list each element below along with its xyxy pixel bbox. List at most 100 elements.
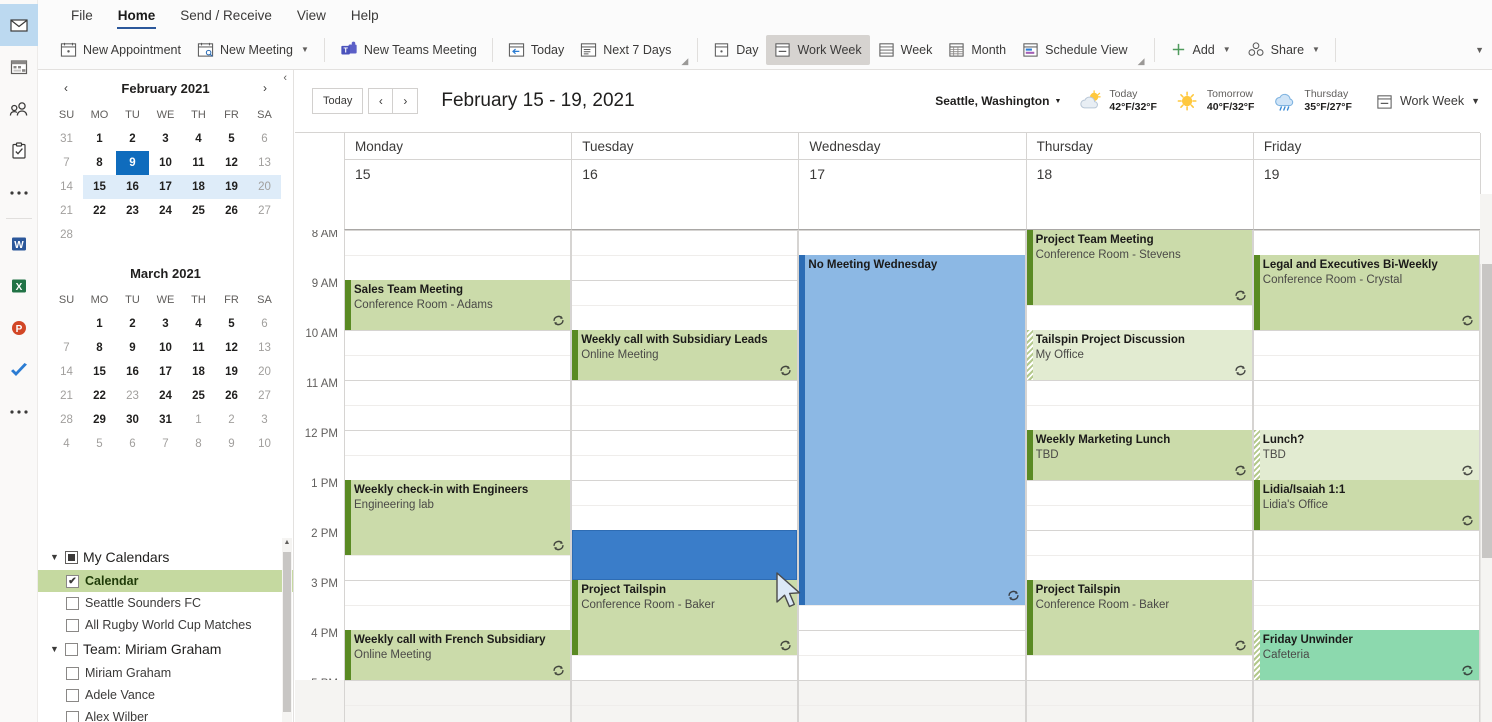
date-picker-day[interactable]: 27 xyxy=(248,199,281,223)
date-picker-day[interactable]: 10 xyxy=(248,432,281,456)
date-picker-day[interactable]: 30 xyxy=(116,408,149,432)
date-picker-day[interactable]: 12 xyxy=(215,151,248,175)
week-view-button[interactable]: Week xyxy=(870,35,941,65)
rail-item-word[interactable]: W xyxy=(0,223,38,265)
date-picker-day[interactable]: 22 xyxy=(83,384,116,408)
all-day-cell-friday[interactable]: 19 xyxy=(1252,160,1482,230)
date-picker-day[interactable]: 7 xyxy=(149,432,182,456)
calendar-list-item[interactable]: Seattle Sounders FC xyxy=(38,592,293,614)
date-picker-day[interactable]: 1 xyxy=(182,408,215,432)
date-picker-day[interactable]: 16 xyxy=(116,175,149,199)
all-day-cell-wednesday[interactable]: 17 xyxy=(798,160,1027,230)
date-picker-day[interactable]: 13 xyxy=(248,151,281,175)
date-picker-day[interactable]: 15 xyxy=(83,175,116,199)
date-picker-day[interactable]: 18 xyxy=(182,175,215,199)
rail-item-powerpoint[interactable]: P xyxy=(0,307,38,349)
prev-month-button[interactable]: ‹ xyxy=(60,81,72,95)
date-picker-day[interactable]: 28 xyxy=(50,223,83,247)
calendar-event[interactable]: Project Tailspin Conference Room - Baker xyxy=(572,580,798,655)
nav-scroll-thumb[interactable] xyxy=(283,552,291,712)
date-picker-day[interactable]: 24 xyxy=(149,384,182,408)
calendar-list-item[interactable]: Adele Vance xyxy=(38,684,293,706)
day-header-tuesday[interactable]: Tuesday xyxy=(571,133,800,160)
date-picker-day[interactable]: 11 xyxy=(182,151,215,175)
tab-file[interactable]: File xyxy=(60,4,104,27)
calendar-scrollbar[interactable] xyxy=(1480,230,1492,722)
chevron-down-icon[interactable]: ▼ xyxy=(50,644,60,654)
date-picker-day[interactable]: 8 xyxy=(182,432,215,456)
weather-tomorrow[interactable]: Tomorrow 40°F/32°F xyxy=(1175,88,1254,114)
date-picker-day[interactable]: 23 xyxy=(116,384,149,408)
day-header-wednesday[interactable]: Wednesday xyxy=(798,133,1027,160)
calendar-event[interactable]: Lidia/Isaiah 1:1 Lidia's Office xyxy=(1253,480,1479,530)
date-picker-day[interactable]: 14 xyxy=(50,175,83,199)
date-picker-day[interactable]: 6 xyxy=(248,312,281,336)
date-picker-day[interactable]: 4 xyxy=(182,127,215,151)
calendar-list-item[interactable]: Miriam Graham xyxy=(38,662,293,684)
all-day-cell-monday[interactable]: 15 xyxy=(344,160,573,230)
tab-home[interactable]: Home xyxy=(107,4,167,29)
next-month-button[interactable]: › xyxy=(259,81,271,95)
date-picker-day[interactable]: 8 xyxy=(83,151,116,175)
date-picker-day[interactable]: 6 xyxy=(248,127,281,151)
rail-item-people[interactable] xyxy=(0,88,38,130)
day-header-monday[interactable]: Monday xyxy=(344,133,573,160)
previous-week-button[interactable]: ‹ xyxy=(368,88,394,114)
date-picker-day[interactable]: 13 xyxy=(248,336,281,360)
date-picker-day[interactable]: 23 xyxy=(116,199,149,223)
checkbox-unchecked[interactable] xyxy=(66,596,79,610)
calendar-event[interactable]: Project Tailspin Conference Room - Baker xyxy=(1026,580,1252,655)
go-to-date-launcher[interactable]: ◢ xyxy=(681,56,688,67)
date-picker-day[interactable]: 26 xyxy=(215,384,248,408)
calendar-event[interactable]: No Meeting Wednesday xyxy=(799,255,1025,605)
date-picker-day[interactable]: 29 xyxy=(83,408,116,432)
calendar-event[interactable]: Friday Unwinder Cafeteria xyxy=(1253,630,1479,680)
calendar-event[interactable]: Lunch? TBD xyxy=(1253,430,1479,480)
rail-item-todo[interactable] xyxy=(0,349,38,391)
time-slot-selection[interactable] xyxy=(572,530,798,580)
checkbox-checked[interactable]: ✔ xyxy=(66,574,79,588)
tab-send-receive[interactable]: Send / Receive xyxy=(169,4,283,27)
rail-item-more-apps[interactable] xyxy=(0,172,38,214)
calendar-group-my-calendars[interactable]: ▼ My Calendars xyxy=(38,544,293,570)
checkbox-unchecked[interactable] xyxy=(66,688,79,702)
checkbox-unchecked[interactable] xyxy=(66,618,79,632)
date-picker-day[interactable]: 9 xyxy=(116,151,149,175)
date-picker-day[interactable]: 1 xyxy=(83,127,116,151)
day-header-thursday[interactable]: Thursday xyxy=(1025,133,1254,160)
date-picker-day[interactable]: 10 xyxy=(149,336,182,360)
date-picker-day[interactable]: 5 xyxy=(215,312,248,336)
date-picker-day[interactable]: 9 xyxy=(215,432,248,456)
new-teams-meeting-button[interactable]: T New Teams Meeting xyxy=(332,35,485,65)
date-picker-day[interactable]: 31 xyxy=(149,408,182,432)
checkbox-unchecked[interactable] xyxy=(66,666,79,680)
date-picker-day[interactable]: 28 xyxy=(50,408,83,432)
date-picker-day[interactable]: 24 xyxy=(149,199,182,223)
date-picker-day[interactable]: 9 xyxy=(116,336,149,360)
date-picker-day[interactable]: 20 xyxy=(248,175,281,199)
chevron-down-icon[interactable]: ▼ xyxy=(301,45,309,54)
date-picker-day[interactable]: 17 xyxy=(149,360,182,384)
date-picker-day[interactable]: 20 xyxy=(248,360,281,384)
new-appointment-button[interactable]: New Appointment xyxy=(52,35,189,65)
date-picker-day[interactable]: 25 xyxy=(182,384,215,408)
tab-help[interactable]: Help xyxy=(340,4,390,27)
chevron-down-icon[interactable]: ▼ xyxy=(1223,45,1231,54)
rail-item-excel[interactable]: X xyxy=(0,265,38,307)
nav-collapse-button[interactable]: ‹ xyxy=(283,72,287,84)
all-day-cell-thursday[interactable]: 18 xyxy=(1025,160,1254,230)
calendar-event[interactable]: Sales Team Meeting Conference Room - Adam… xyxy=(345,280,571,330)
date-picker-day[interactable]: 21 xyxy=(50,384,83,408)
date-picker-day[interactable]: 27 xyxy=(248,384,281,408)
next-week-button[interactable]: › xyxy=(393,88,419,114)
date-picker-day[interactable]: 4 xyxy=(182,312,215,336)
calendar-group-checkbox[interactable] xyxy=(65,642,78,656)
calendar-event[interactable]: Weekly check-in with Engineers Engineerin… xyxy=(345,480,571,555)
date-picker-day[interactable]: 18 xyxy=(182,360,215,384)
next-7-days-button[interactable]: Next 7 Days xyxy=(572,35,679,65)
date-picker-day[interactable]: 7 xyxy=(50,151,83,175)
date-picker-day[interactable]: 12 xyxy=(215,336,248,360)
date-picker-day[interactable]: 17 xyxy=(149,175,182,199)
date-picker-day[interactable]: 5 xyxy=(83,432,116,456)
work-week-view-button[interactable]: Work Week xyxy=(766,34,870,65)
